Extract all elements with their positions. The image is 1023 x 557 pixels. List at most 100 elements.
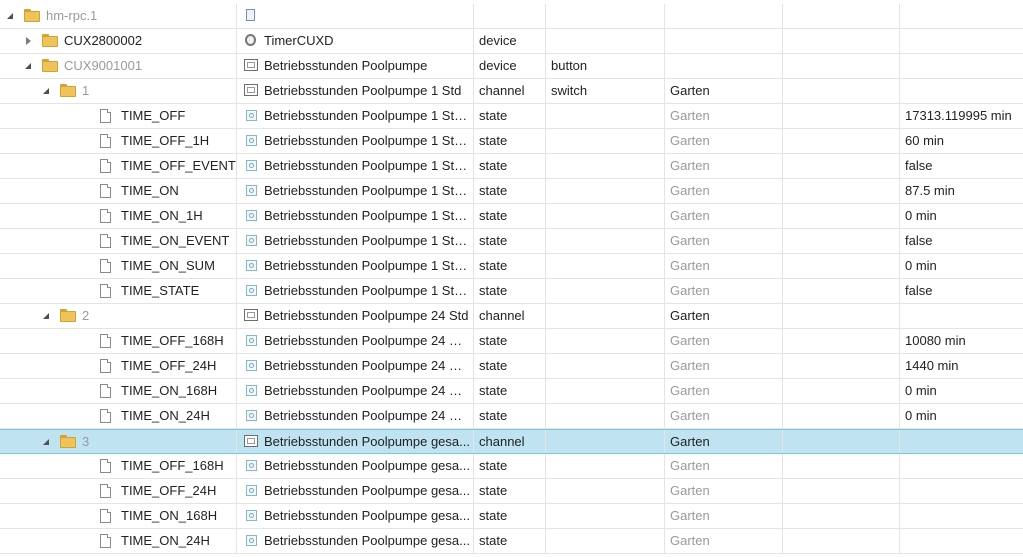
expanded-triangle-icon[interactable] bbox=[40, 304, 52, 328]
tree-row[interactable]: TIME_ON_1H Betriebsstunden Poolpumpe 1 St… bbox=[0, 204, 1023, 229]
column-divider bbox=[545, 204, 546, 228]
type-cell: state bbox=[479, 208, 508, 223]
type-cell: state bbox=[479, 458, 508, 473]
column-divider bbox=[473, 79, 474, 103]
value-cell: 1440 min bbox=[905, 358, 959, 373]
value-cell: 0 min bbox=[905, 208, 937, 223]
role-cell: switch bbox=[551, 83, 588, 98]
role-cell bbox=[546, 179, 664, 203]
column-divider bbox=[899, 479, 900, 503]
name-cell: Betriebsstunden Poolpumpe 1 Std bbox=[237, 79, 473, 103]
column-divider bbox=[899, 54, 900, 78]
state-icon bbox=[246, 185, 257, 196]
room-cell: Garten bbox=[670, 233, 710, 248]
function-cell bbox=[783, 354, 899, 378]
column-divider bbox=[236, 79, 237, 103]
tree-row[interactable]: TIME_OFF_168H Betriebsstunden Poolpumpe g… bbox=[0, 454, 1023, 479]
column-divider bbox=[473, 229, 474, 253]
column-divider bbox=[782, 179, 783, 203]
room-cell: Garten bbox=[670, 434, 710, 449]
column-divider bbox=[899, 454, 900, 478]
folder-icon bbox=[60, 84, 76, 97]
name-cell: Betriebsstunden Poolpumpe 1 Std... bbox=[237, 279, 473, 303]
tree-row[interactable]: TIME_OFF_EVENT Betriebsstunden Poolpumpe … bbox=[0, 154, 1023, 179]
tree-row[interactable]: TIME_ON Betriebsstunden Poolpumpe 1 Std..… bbox=[0, 179, 1023, 204]
type-cell: state bbox=[479, 333, 508, 348]
column-divider bbox=[782, 104, 783, 128]
name-cell: Betriebsstunden Poolpumpe 24 St... bbox=[237, 379, 473, 403]
column-divider bbox=[473, 104, 474, 128]
state-icon bbox=[246, 535, 257, 546]
column-divider bbox=[236, 279, 237, 303]
role-cell: button bbox=[551, 58, 588, 73]
id-cell: TIME_OFF_24H bbox=[0, 479, 236, 503]
function-cell bbox=[783, 4, 899, 28]
tree-row[interactable]: CUX9001001 Betriebsstunden Poolpumpe devic… bbox=[0, 54, 1023, 79]
tree-row[interactable]: TIME_ON_EVENT Betriebsstunden Poolpumpe 1… bbox=[0, 229, 1023, 254]
object-name: Betriebsstunden Poolpumpe 1 Std... bbox=[264, 258, 470, 273]
room-cell: Garten bbox=[670, 533, 710, 548]
tree-row[interactable]: TIME_OFF Betriebsstunden Poolpumpe 1 Std.… bbox=[0, 104, 1023, 129]
tree-row[interactable]: TIME_ON_168H Betriebsstunden Poolpumpe ge… bbox=[0, 504, 1023, 529]
room-cell: Garten bbox=[670, 333, 710, 348]
column-divider bbox=[899, 379, 900, 403]
expanded-triangle-icon[interactable] bbox=[40, 79, 52, 103]
file-icon bbox=[100, 234, 111, 248]
object-id: TIME_ON_168H bbox=[121, 508, 218, 523]
collapsed-triangle-icon[interactable] bbox=[22, 29, 34, 53]
expanded-triangle-icon[interactable] bbox=[22, 54, 34, 78]
object-name: Betriebsstunden Poolpumpe 1 Std... bbox=[264, 208, 470, 223]
function-cell bbox=[783, 504, 899, 528]
tree-row[interactable]: 2 Betriebsstunden Poolpumpe 24 Std channel… bbox=[0, 304, 1023, 329]
column-divider bbox=[473, 529, 474, 553]
column-divider bbox=[664, 4, 665, 28]
column-divider bbox=[664, 104, 665, 128]
tree-row[interactable]: TIME_OFF_1H Betriebsstunden Poolpumpe 1 S… bbox=[0, 129, 1023, 154]
object-id: TIME_OFF bbox=[121, 108, 186, 123]
type-cell: state bbox=[479, 183, 508, 198]
tree-row[interactable]: TIME_OFF_168H Betriebsstunden Poolpumpe 2… bbox=[0, 329, 1023, 354]
object-id: CUX2800002 bbox=[64, 33, 143, 48]
column-divider bbox=[545, 29, 546, 53]
column-divider bbox=[899, 254, 900, 278]
tree-row[interactable]: TIME_OFF_24H Betriebsstunden Poolpumpe 24… bbox=[0, 354, 1023, 379]
object-name: Betriebsstunden Poolpumpe 1 Std... bbox=[264, 133, 470, 148]
tree-row[interactable]: hm-rpc.1 bbox=[0, 4, 1023, 29]
column-divider bbox=[664, 404, 665, 428]
tree-row[interactable]: TIME_STATE Betriebsstunden Poolpumpe 1 St… bbox=[0, 279, 1023, 304]
file-icon bbox=[100, 334, 111, 348]
column-divider bbox=[899, 154, 900, 178]
id-cell: TIME_OFF_1H bbox=[0, 129, 236, 153]
expanded-triangle-icon[interactable] bbox=[4, 4, 16, 28]
tree-row[interactable]: TIME_ON_168H Betriebsstunden Poolpumpe 24… bbox=[0, 379, 1023, 404]
expanded-triangle-icon[interactable] bbox=[40, 430, 52, 454]
room-cell bbox=[665, 29, 782, 53]
column-divider bbox=[782, 404, 783, 428]
tree-row[interactable]: TIME_ON_24H Betriebsstunden Poolpumpe ges… bbox=[0, 529, 1023, 554]
role-cell bbox=[546, 229, 664, 253]
room-cell: Garten bbox=[670, 283, 710, 298]
tree-row[interactable]: CUX2800002 TimerCUXD device bbox=[0, 29, 1023, 54]
name-cell: Betriebsstunden Poolpumpe 24 St... bbox=[237, 329, 473, 353]
column-divider bbox=[236, 454, 237, 478]
value-cell: 0 min bbox=[905, 258, 937, 273]
column-divider bbox=[545, 404, 546, 428]
function-cell bbox=[783, 454, 899, 478]
tree-row[interactable]: TIME_OFF_24H Betriebsstunden Poolpumpe ge… bbox=[0, 479, 1023, 504]
name-cell: Betriebsstunden Poolpumpe 1 Std... bbox=[237, 104, 473, 128]
value-cell bbox=[900, 29, 1023, 53]
file-icon bbox=[100, 459, 111, 473]
object-name: Betriebsstunden Poolpumpe gesa... bbox=[264, 483, 470, 498]
type-cell: state bbox=[479, 233, 508, 248]
tree-row[interactable]: 3 Betriebsstunden Poolpumpe gesa... channe… bbox=[0, 429, 1023, 454]
role-cell bbox=[546, 104, 664, 128]
room-cell: Garten bbox=[670, 458, 710, 473]
id-cell: TIME_ON_EVENT bbox=[0, 229, 236, 253]
column-divider bbox=[664, 29, 665, 53]
room-cell: Garten bbox=[670, 83, 710, 98]
tree-row[interactable]: TIME_ON_SUM Betriebsstunden Poolpumpe 1 S… bbox=[0, 254, 1023, 279]
column-divider bbox=[782, 504, 783, 528]
tree-row[interactable]: 1 Betriebsstunden Poolpumpe 1 Std channel s… bbox=[0, 79, 1023, 104]
function-cell bbox=[783, 329, 899, 353]
tree-row[interactable]: TIME_ON_24H Betriebsstunden Poolpumpe 24 … bbox=[0, 404, 1023, 429]
